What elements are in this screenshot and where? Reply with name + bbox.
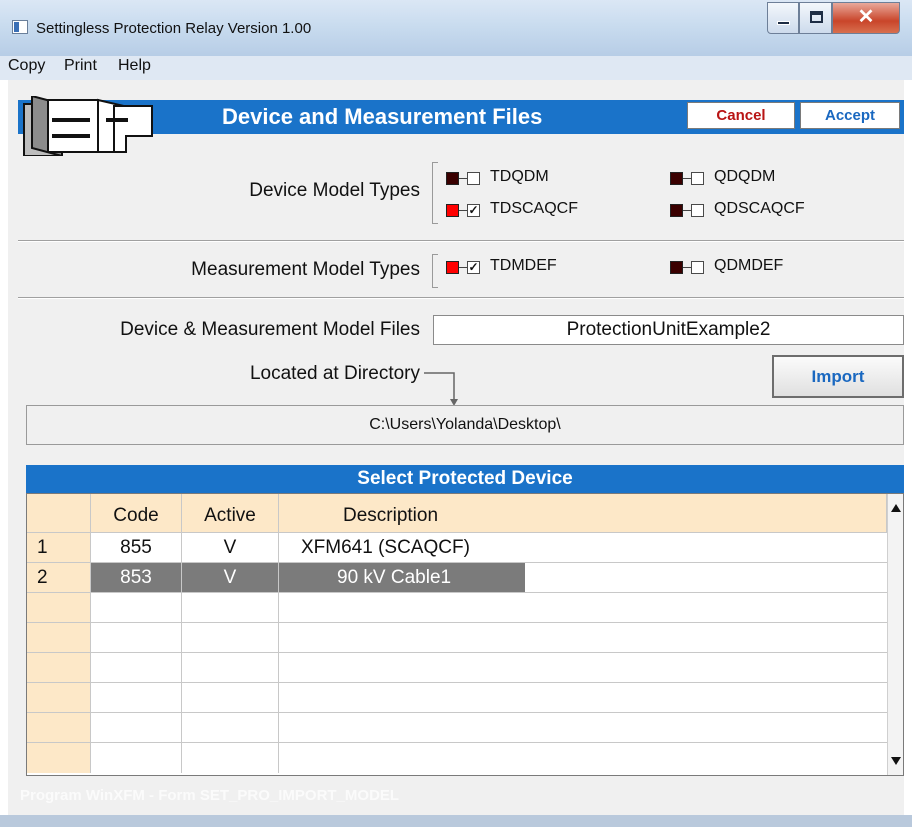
table-row[interactable]: 1 855 V XFM641 (SCAQCF) bbox=[27, 532, 887, 563]
divider bbox=[18, 241, 904, 242]
measurement-model-bracket bbox=[432, 254, 438, 288]
measurement-model-types-label: Measurement Model Types bbox=[191, 259, 420, 280]
option-label-tdscaqcf: TDSCAQCF bbox=[490, 200, 578, 217]
accept-button[interactable]: Accept bbox=[800, 102, 900, 129]
option-label-qdmdef: QDMDEF bbox=[714, 257, 784, 274]
column-header-active[interactable]: Active bbox=[182, 494, 279, 532]
row-number bbox=[27, 653, 91, 683]
cancel-button[interactable]: Cancel bbox=[687, 102, 795, 129]
cell-code[interactable] bbox=[91, 743, 182, 773]
color-swatch-qdscaqcf bbox=[670, 204, 683, 217]
row-number bbox=[27, 593, 91, 623]
grid-title: Select Protected Device bbox=[26, 465, 904, 493]
color-swatch-tdqdm bbox=[446, 172, 459, 185]
cell-active[interactable]: V bbox=[182, 533, 279, 563]
device-model-bracket bbox=[432, 162, 438, 224]
close-icon: ✕ bbox=[857, 6, 875, 28]
vertical-scrollbar[interactable] bbox=[887, 494, 903, 775]
divider bbox=[18, 298, 904, 299]
window-title: Settingless Protection Relay Version 1.0… bbox=[36, 20, 312, 37]
cell-active[interactable] bbox=[182, 623, 279, 653]
minimize-button[interactable] bbox=[767, 2, 799, 34]
checkbox-qdscaqcf[interactable] bbox=[691, 204, 704, 217]
cell-code[interactable]: 853 bbox=[91, 563, 182, 593]
table-row[interactable] bbox=[27, 622, 887, 653]
app-icon bbox=[12, 20, 28, 34]
row-number bbox=[27, 623, 91, 653]
color-swatch-qdqdm bbox=[670, 172, 683, 185]
cell-active[interactable] bbox=[182, 743, 279, 773]
cell-code[interactable] bbox=[91, 683, 182, 713]
maximize-button[interactable] bbox=[799, 2, 832, 34]
option-label-qdscaqcf: QDSCAQCF bbox=[714, 200, 805, 217]
menu-print[interactable]: Print bbox=[64, 57, 97, 75]
directory-field: C:\Users\Yolanda\Desktop\ bbox=[26, 405, 904, 445]
cell-active[interactable] bbox=[182, 713, 279, 743]
import-button[interactable]: Import bbox=[772, 355, 904, 398]
connector-line bbox=[459, 210, 467, 211]
connector-line bbox=[683, 210, 691, 211]
arrow-down-icon bbox=[424, 372, 458, 406]
row-number bbox=[27, 683, 91, 713]
company-logo bbox=[23, 96, 153, 156]
cell-code[interactable] bbox=[91, 593, 182, 623]
device-model-types-label: Device Model Types bbox=[249, 180, 420, 201]
status-text: Program WinXFM - Form SET_PRO_IMPORT_MOD… bbox=[20, 787, 400, 804]
table-row[interactable] bbox=[27, 742, 887, 773]
table-row[interactable] bbox=[27, 592, 887, 623]
table-row-selected[interactable]: 2 853 V 90 kV Cable1 bbox=[27, 562, 887, 593]
table-row[interactable] bbox=[27, 712, 887, 743]
device-grid[interactable]: Code Active Description 1 855 V XFM641 (… bbox=[26, 493, 904, 776]
menu-help[interactable]: Help bbox=[118, 57, 151, 75]
row-number: 1 bbox=[27, 533, 91, 563]
table-row[interactable] bbox=[27, 682, 887, 713]
checkbox-qdqdm[interactable] bbox=[691, 172, 704, 185]
minimize-icon bbox=[777, 21, 790, 25]
cell-description[interactable]: 90 kV Cable1 bbox=[279, 563, 525, 593]
connector-line bbox=[683, 267, 691, 268]
maximize-icon bbox=[810, 11, 823, 23]
color-swatch-qdmdef bbox=[670, 261, 683, 274]
checkbox-qdmdef[interactable] bbox=[691, 261, 704, 274]
scroll-up-icon[interactable] bbox=[891, 504, 901, 512]
checkbox-tdscaqcf[interactable]: ✓ bbox=[467, 204, 480, 217]
checkbox-tdqdm[interactable] bbox=[467, 172, 480, 185]
cell-code[interactable] bbox=[91, 623, 182, 653]
connector-line bbox=[683, 178, 691, 179]
checkbox-tdmdef[interactable]: ✓ bbox=[467, 261, 480, 274]
row-number: 2 bbox=[27, 563, 91, 593]
cell-active[interactable]: V bbox=[182, 563, 279, 593]
cell-code[interactable]: 855 bbox=[91, 533, 182, 563]
row-number bbox=[27, 713, 91, 743]
column-header-description[interactable]: Description bbox=[279, 494, 887, 532]
option-label-tdmdef: TDMDEF bbox=[490, 257, 557, 274]
option-label-tdqdm: TDQDM bbox=[490, 168, 549, 185]
cell-active[interactable] bbox=[182, 653, 279, 683]
connector-line bbox=[459, 178, 467, 179]
table-row[interactable] bbox=[27, 652, 887, 683]
option-label-qdqdm: QDQDM bbox=[714, 168, 776, 185]
cell-code[interactable] bbox=[91, 713, 182, 743]
row-number-header bbox=[27, 494, 91, 532]
directory-label: Located at Directory bbox=[249, 363, 420, 384]
cell-active[interactable] bbox=[182, 683, 279, 713]
column-header-code[interactable]: Code bbox=[91, 494, 182, 532]
connector-line bbox=[459, 267, 467, 268]
page-title: Device and Measurement Files bbox=[222, 104, 543, 129]
cell-code[interactable] bbox=[91, 653, 182, 683]
window-bottom-border bbox=[0, 815, 912, 827]
cell-description[interactable]: XFM641 (SCAQCF) bbox=[279, 533, 887, 563]
row-number bbox=[27, 743, 91, 773]
scroll-down-icon[interactable] bbox=[891, 757, 901, 765]
color-swatch-tdmdef bbox=[446, 261, 459, 274]
close-button[interactable]: ✕ bbox=[832, 2, 900, 34]
model-files-label: Device & Measurement Model Files bbox=[120, 319, 420, 340]
menu-copy[interactable]: Copy bbox=[8, 57, 45, 75]
model-files-field[interactable]: ProtectionUnitExample2 bbox=[433, 315, 904, 345]
color-swatch-tdscaqcf bbox=[446, 204, 459, 217]
cell-active[interactable] bbox=[182, 593, 279, 623]
